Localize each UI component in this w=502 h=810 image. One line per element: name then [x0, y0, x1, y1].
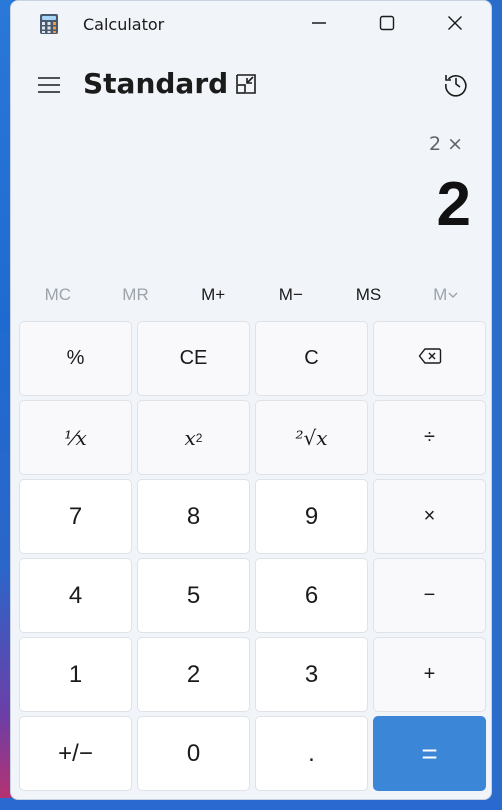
history-button[interactable] — [439, 69, 473, 103]
square-label: x — [184, 425, 196, 450]
percent-button[interactable]: % — [19, 321, 132, 396]
clear-entry-button[interactable]: CE — [137, 321, 250, 396]
digit-2-button[interactable]: 2 — [137, 637, 250, 712]
digit-7-button[interactable]: 7 — [19, 479, 132, 554]
decimal-button[interactable]: . — [255, 716, 368, 791]
memory-clear-button[interactable]: MC — [19, 279, 97, 311]
reciprocal-label: ⅟x — [64, 425, 87, 450]
square-exponent: 2 — [195, 430, 203, 445]
keep-on-top-button[interactable] — [231, 71, 261, 101]
memory-list-label: M — [433, 285, 448, 304]
square-root-label: ²√x — [295, 425, 328, 450]
maximize-icon — [379, 15, 395, 35]
title-bar[interactable]: Calculator — [11, 1, 491, 51]
equals-button[interactable]: = — [373, 716, 486, 791]
history-icon — [443, 71, 469, 101]
digit-5-button[interactable]: 5 — [137, 558, 250, 633]
clear-button[interactable]: C — [255, 321, 368, 396]
square-root-button[interactable]: ²√x — [255, 400, 368, 475]
maximize-button[interactable] — [353, 1, 421, 49]
digit-9-button[interactable]: 9 — [255, 479, 368, 554]
result-display: 2 — [436, 170, 471, 239]
calculator-window: Calculator Standard 2 × 2 MC MR M+ M− MS… — [10, 0, 492, 800]
digit-1-button[interactable]: 1 — [19, 637, 132, 712]
digit-4-button[interactable]: 4 — [19, 558, 132, 633]
backspace-icon — [418, 347, 442, 371]
memory-row: MC MR M+ M− MS M — [19, 279, 485, 311]
digit-8-button[interactable]: 8 — [137, 479, 250, 554]
memory-store-button[interactable]: MS — [330, 279, 408, 311]
divide-button[interactable]: ÷ — [373, 400, 486, 475]
close-button[interactable] — [421, 1, 489, 49]
reciprocal-button[interactable]: ⅟x — [19, 400, 132, 475]
navigation-menu-button[interactable] — [31, 69, 67, 105]
mode-title: Standard — [83, 67, 229, 100]
backspace-button[interactable] — [373, 321, 486, 396]
memory-add-button[interactable]: M+ — [174, 279, 252, 311]
digit-3-button[interactable]: 3 — [255, 637, 368, 712]
keypad: % CE C ⅟x x2 ²√x ÷ 7 8 9 × 4 5 6 − 1 2 3… — [19, 321, 487, 795]
minimize-button[interactable] — [285, 1, 353, 49]
minimize-icon — [311, 15, 327, 35]
calculator-icon — [39, 13, 59, 35]
digit-0-button[interactable]: 0 — [137, 716, 250, 791]
hamburger-icon — [38, 76, 60, 98]
negate-button[interactable]: +/− — [19, 716, 132, 791]
multiply-button[interactable]: × — [373, 479, 486, 554]
memory-list-button[interactable]: M — [407, 279, 485, 311]
chevron-down-icon — [447, 285, 459, 304]
memory-subtract-button[interactable]: M− — [252, 279, 330, 311]
plus-button[interactable]: + — [373, 637, 486, 712]
keep-on-top-icon — [234, 72, 258, 100]
expression-display: 2 × — [428, 133, 463, 155]
memory-recall-button[interactable]: MR — [97, 279, 175, 311]
close-icon — [447, 15, 463, 35]
digit-6-button[interactable]: 6 — [255, 558, 368, 633]
window-title: Calculator — [83, 15, 165, 34]
minus-button[interactable]: − — [373, 558, 486, 633]
square-button[interactable]: x2 — [137, 400, 250, 475]
